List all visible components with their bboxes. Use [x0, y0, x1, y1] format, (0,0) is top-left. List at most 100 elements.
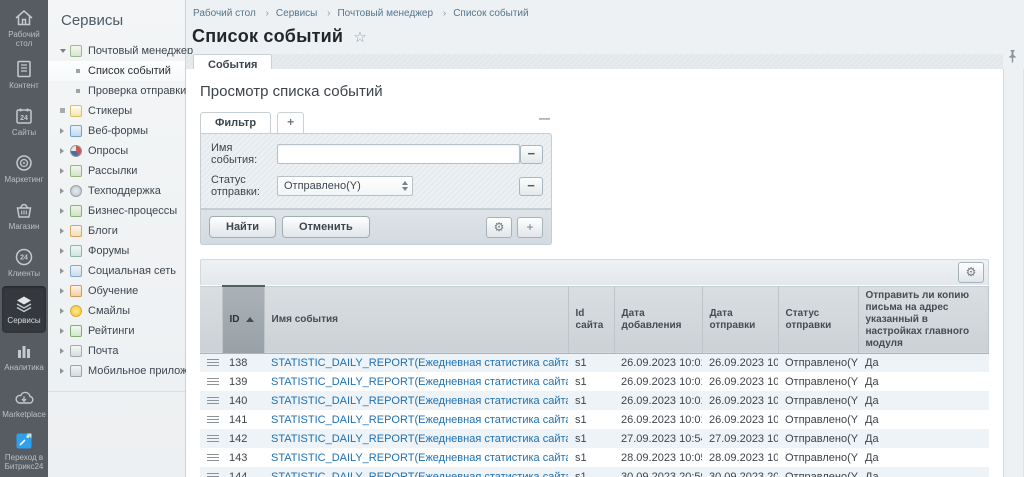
sidebar-menu-item[interactable]: Форумы	[48, 241, 185, 261]
cell-date-added: 27.09.2023 10:54:00	[614, 429, 702, 448]
breadcrumb-link[interactable]: Почтовый менеджер	[320, 8, 433, 19]
rail-item-shop[interactable]: Магазин	[0, 192, 48, 239]
cell-site-id: s1	[568, 372, 614, 391]
column-header-status[interactable]: Статус отправки	[778, 286, 858, 353]
sidebar-menu-item[interactable]: Почтовый менеджер	[48, 41, 185, 61]
event-name-input[interactable]	[277, 144, 520, 164]
event-name-link[interactable]: STATISTIC_DAILY_REPORT(Ежедневная статис…	[271, 433, 568, 445]
row-actions-menu-icon[interactable]	[207, 359, 219, 366]
event-name-link[interactable]: STATISTIC_DAILY_REPORT(Ежедневная статис…	[271, 452, 568, 464]
bullet-icon	[76, 89, 80, 93]
rail-item-clients[interactable]: 24 Клиенты	[0, 239, 48, 286]
breadcrumb-link[interactable]: Список событий	[436, 8, 529, 19]
bullet-icon	[76, 69, 80, 73]
breadcrumb-link[interactable]: Сервисы	[259, 8, 318, 19]
sidebar-menu-item[interactable]: Мобильное приложение	[48, 361, 185, 381]
cell-date-added: 26.09.2023 10:01:19	[614, 372, 702, 391]
pin-icon[interactable]	[1007, 49, 1018, 67]
row-actions-menu-icon[interactable]	[207, 473, 219, 477]
cell-copy: Да	[858, 448, 989, 467]
add-filter-tab-button[interactable]: +	[277, 112, 304, 133]
rail-item-marketing[interactable]: Маркетинг	[0, 145, 48, 192]
rail-item-label: Контент	[9, 82, 39, 91]
remove-name-field-button[interactable]: −	[520, 145, 543, 164]
events-table: ID Имя события Id сайта Дата добавления …	[200, 285, 989, 477]
sidebar-menu-item[interactable]: Смайлы	[48, 301, 185, 321]
cell-event-name: STATISTIC_DAILY_REPORT(Ежедневная статис…	[264, 372, 568, 391]
sidebar-item-label: Проверка отправки	[88, 85, 186, 97]
content-panel: Просмотр списка событий Фильтр + — Имя с…	[186, 69, 1004, 477]
filter-tab[interactable]: Фильтр	[200, 112, 271, 133]
sidebar-menu-item[interactable]: Стикеры	[48, 101, 185, 121]
rail-item-marketplace[interactable]: Marketplace	[0, 380, 48, 427]
sidebar-menu-item[interactable]: Обучение	[48, 281, 185, 301]
column-header-site[interactable]: Id сайта	[568, 286, 614, 353]
event-name-link[interactable]: STATISTIC_DAILY_REPORT(Ежедневная статис…	[271, 414, 568, 426]
favorite-star-icon[interactable]: ☆	[353, 28, 366, 46]
cell-site-id: s1	[568, 448, 614, 467]
event-name-link[interactable]: STATISTIC_DAILY_REPORT(Ежедневная статис…	[271, 471, 568, 477]
sidebar-menu-item[interactable]: Веб-формы	[48, 121, 185, 141]
filter-minimize-button[interactable]: —	[539, 113, 550, 125]
sidebar-menu-item[interactable]: Опросы	[48, 141, 185, 161]
event-name-link[interactable]: STATISTIC_DAILY_REPORT(Ежедневная статис…	[271, 357, 568, 369]
send-status-value: Отправлено(Y)	[284, 180, 361, 192]
sidebar-menu-item[interactable]: Рейтинги	[48, 321, 185, 341]
cell-status: Отправлено(Y)	[778, 391, 858, 410]
filter-settings-gear-button[interactable]: ⚙	[486, 217, 512, 238]
find-button[interactable]: Найти	[209, 216, 276, 238]
clients-icon: 24	[13, 246, 35, 268]
grid-settings-gear-button[interactable]: ⚙	[958, 262, 984, 283]
cell-id: 141	[222, 410, 264, 429]
sort-asc-icon	[246, 317, 254, 322]
blogs-icon	[70, 225, 82, 237]
sidebar-menu-item[interactable]: Блоги	[48, 221, 185, 241]
cell-status: Отправлено(Y)	[778, 467, 858, 477]
event-name-link[interactable]: STATISTIC_DAILY_REPORT(Ежедневная статис…	[271, 395, 568, 407]
column-header-id[interactable]: ID	[222, 286, 264, 353]
grid-toolbar: ⚙	[200, 259, 989, 285]
sidebar-menu-item[interactable]: Техподдержка	[48, 181, 185, 201]
row-actions-menu-icon[interactable]	[207, 435, 219, 442]
sidebar-menu-item[interactable]: Почта	[48, 341, 185, 361]
send-status-select[interactable]: Отправлено(Y)	[277, 176, 413, 196]
cell-event-name: STATISTIC_DAILY_REPORT(Ежедневная статис…	[264, 391, 568, 410]
sidebar-menu-item[interactable]: Социальная сеть	[48, 261, 185, 281]
chevron-down-icon	[60, 49, 66, 53]
column-header-added[interactable]: Дата добавления	[614, 286, 702, 353]
sites-icon: 24	[13, 105, 35, 127]
shop-icon	[13, 199, 35, 221]
column-header-copy[interactable]: Отправить ли копию письма на адрес указа…	[858, 286, 989, 353]
row-actions-menu-icon[interactable]	[207, 397, 219, 404]
sidebar-menu-item[interactable]: Бизнес-процессы	[48, 201, 185, 221]
rail-item-services[interactable]: Сервисы	[2, 286, 46, 333]
event-name-link[interactable]: STATISTIC_DAILY_REPORT(Ежедневная статис…	[271, 376, 568, 388]
sidebar-menu-item[interactable]: Проверка отправки	[48, 81, 185, 101]
add-filter-field-button[interactable]: +	[517, 217, 543, 238]
rail-item-analytics[interactable]: Аналитика	[0, 333, 48, 380]
row-actions-menu-icon[interactable]	[207, 378, 219, 385]
sidebar-item-label: Почта	[88, 345, 119, 357]
cancel-button[interactable]: Отменить	[282, 216, 370, 238]
sidebar-menu-item[interactable]: Список событий	[48, 61, 185, 81]
chevron-right-icon	[60, 188, 64, 194]
sidebar-item-label: Социальная сеть	[88, 265, 176, 277]
chevron-right-icon	[60, 368, 64, 374]
rail-item-content[interactable]: Контент	[0, 51, 48, 98]
column-header-name[interactable]: Имя события	[264, 286, 568, 353]
rail-item-bitrix24[interactable]: Переход в Битрикс24	[0, 427, 48, 474]
breadcrumb-link[interactable]: Рабочий стол	[193, 8, 256, 19]
sidebar-item-label: Опросы	[88, 145, 128, 157]
sidebar-menu-item[interactable]: Рассылки	[48, 161, 185, 181]
row-actions-menu-icon[interactable]	[207, 454, 219, 461]
chevron-right-icon	[60, 148, 64, 154]
remove-status-field-button[interactable]: −	[519, 177, 543, 196]
rail-item-sites[interactable]: 24 Сайты	[0, 98, 48, 145]
row-actions-menu-icon[interactable]	[207, 416, 219, 423]
cell-status: Отправлено(Y)	[778, 372, 858, 391]
rail-item-desktop[interactable]: Рабочий стол	[0, 4, 48, 51]
sidebar-item-label: Рейтинги	[88, 325, 135, 337]
sidebar-item-label: Список событий	[88, 65, 171, 77]
cell-site-id: s1	[568, 353, 614, 372]
column-header-sent[interactable]: Дата отправки	[702, 286, 778, 353]
